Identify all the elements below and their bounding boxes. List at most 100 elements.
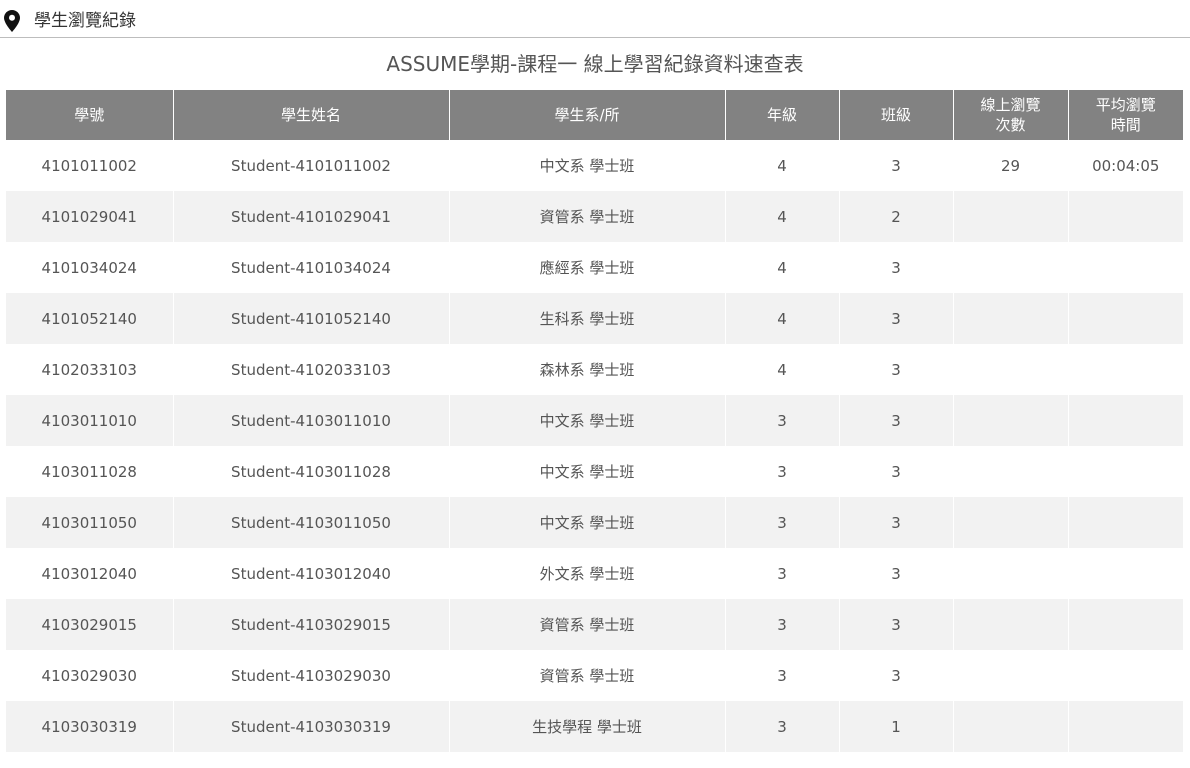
cell-average-time [1068, 650, 1183, 701]
header-online-views[interactable]: 線上瀏覽 次數 [953, 90, 1069, 140]
cell-grade: 3 [725, 548, 840, 599]
cell-average-time [1068, 548, 1183, 599]
cell-class: 3 [839, 548, 954, 599]
cell-department: 中文系 學士班 [449, 497, 726, 548]
cell-class: 3 [839, 650, 954, 701]
cell-student-id: 4103011028 [6, 446, 174, 497]
cell-student-name: Student-4103029030 [173, 650, 450, 701]
cell-student-id: 4102033103 [6, 344, 174, 395]
header-student-id[interactable]: 學號 [6, 90, 174, 140]
cell-student-id: 4103012040 [6, 548, 174, 599]
cell-grade: 4 [725, 293, 840, 344]
cell-student-name: Student-4103012040 [173, 548, 450, 599]
cell-student-id: 4101034024 [6, 242, 174, 293]
cell-department: 資管系 學士班 [449, 191, 726, 242]
cell-student-name: Student-4101034024 [173, 242, 450, 293]
breadcrumb-label: 學生瀏覽紀錄 [34, 11, 136, 31]
table-row: 4102033103 Student-4102033103 森林系 學士班 4 … [6, 344, 1183, 395]
cell-class: 3 [839, 395, 954, 446]
cell-grade: 4 [725, 191, 840, 242]
table-row: 4101052140 Student-4101052140 生科系 學士班 4 … [6, 293, 1183, 344]
cell-student-name: Student-4102033103 [173, 344, 450, 395]
table-row: 4103011010 Student-4103011010 中文系 學士班 3 … [6, 395, 1183, 446]
table-row: 4103012040 Student-4103012040 外文系 學士班 3 … [6, 548, 1183, 599]
table-row: 4101034024 Student-4101034024 應經系 學士班 4 … [6, 242, 1183, 293]
cell-class: 3 [839, 293, 954, 344]
cell-online-views [953, 599, 1069, 650]
table-row: 4101029041 Student-4101029041 資管系 學士班 4 … [6, 191, 1183, 242]
cell-grade: 4 [725, 140, 840, 191]
table-row: 4103029030 Student-4103029030 資管系 學士班 3 … [6, 650, 1183, 701]
cell-class: 3 [839, 497, 954, 548]
cell-department: 應經系 學士班 [449, 242, 726, 293]
cell-average-time [1068, 599, 1183, 650]
header-online-views-line1: 線上瀏覽 [980, 96, 1041, 114]
cell-class: 1 [839, 701, 954, 752]
cell-average-time [1068, 497, 1183, 548]
cell-grade: 3 [725, 497, 840, 548]
cell-grade: 3 [725, 395, 840, 446]
cell-student-name: Student-4101011002 [173, 140, 450, 191]
header-average-time-line1: 平均瀏覽 [1095, 96, 1156, 114]
cell-student-name: Student-4103011028 [173, 446, 450, 497]
cell-student-name: Student-4101029041 [173, 191, 450, 242]
cell-online-views [953, 650, 1069, 701]
cell-online-views [953, 344, 1069, 395]
table-row: 4103011050 Student-4103011050 中文系 學士班 3 … [6, 497, 1183, 548]
cell-class: 3 [839, 242, 954, 293]
cell-online-views [953, 548, 1069, 599]
table-header-row: 學號 學生姓名 學生系/所 年級 班級 線上瀏覽 次數 平均瀏覽 時間 [6, 90, 1183, 140]
cell-online-views [953, 242, 1069, 293]
cell-grade: 4 [725, 344, 840, 395]
cell-grade: 4 [725, 242, 840, 293]
header-department[interactable]: 學生系/所 [449, 90, 726, 140]
cell-student-id: 4103011010 [6, 395, 174, 446]
cell-department: 中文系 學士班 [449, 395, 726, 446]
cell-student-id: 4101011002 [6, 140, 174, 191]
cell-class: 3 [839, 599, 954, 650]
header-class[interactable]: 班級 [839, 90, 954, 140]
cell-class: 2 [839, 191, 954, 242]
header-online-views-line2: 次數 [995, 116, 1026, 134]
cell-class: 3 [839, 140, 954, 191]
table-row: 4103011028 Student-4103011028 中文系 學士班 3 … [6, 446, 1183, 497]
records-table-container: 學號 學生姓名 學生系/所 年級 班級 線上瀏覽 次數 平均瀏覽 時間 4101… [6, 90, 1183, 752]
cell-department: 中文系 學士班 [449, 140, 726, 191]
cell-department: 外文系 學士班 [449, 548, 726, 599]
cell-online-views [953, 446, 1069, 497]
header-grade[interactable]: 年級 [725, 90, 840, 140]
cell-class: 3 [839, 344, 954, 395]
cell-student-id: 4103029015 [6, 599, 174, 650]
cell-department: 生科系 學士班 [449, 293, 726, 344]
cell-average-time: 00:04:05 [1068, 140, 1183, 191]
cell-average-time [1068, 446, 1183, 497]
cell-online-views: 29 [953, 140, 1069, 191]
location-pin-icon [4, 10, 20, 32]
table-row: 4101011002 Student-4101011002 中文系 學士班 4 … [6, 140, 1183, 191]
cell-student-name: Student-4103030319 [173, 701, 450, 752]
header-average-time[interactable]: 平均瀏覽 時間 [1068, 90, 1183, 140]
cell-department: 資管系 學士班 [449, 650, 726, 701]
table-row: 4103029015 Student-4103029015 資管系 學士班 3 … [6, 599, 1183, 650]
records-table: 學號 學生姓名 學生系/所 年級 班級 線上瀏覽 次數 平均瀏覽 時間 4101… [6, 90, 1183, 752]
cell-average-time [1068, 242, 1183, 293]
header-student-name[interactable]: 學生姓名 [173, 90, 450, 140]
cell-student-id: 4101052140 [6, 293, 174, 344]
cell-average-time [1068, 191, 1183, 242]
cell-student-id: 4103029030 [6, 650, 174, 701]
table-row: 4103030319 Student-4103030319 生技學程 學士班 3… [6, 701, 1183, 752]
cell-class: 3 [839, 446, 954, 497]
cell-student-name: Student-4101052140 [173, 293, 450, 344]
cell-online-views [953, 293, 1069, 344]
cell-student-name: Student-4103011010 [173, 395, 450, 446]
cell-average-time [1068, 395, 1183, 446]
cell-student-name: Student-4103029015 [173, 599, 450, 650]
cell-department: 中文系 學士班 [449, 446, 726, 497]
cell-online-views [953, 395, 1069, 446]
cell-online-views [953, 701, 1069, 752]
cell-grade: 3 [725, 650, 840, 701]
cell-department: 資管系 學士班 [449, 599, 726, 650]
cell-average-time [1068, 344, 1183, 395]
cell-online-views [953, 191, 1069, 242]
breadcrumb: 學生瀏覽紀錄 [0, 0, 1190, 38]
